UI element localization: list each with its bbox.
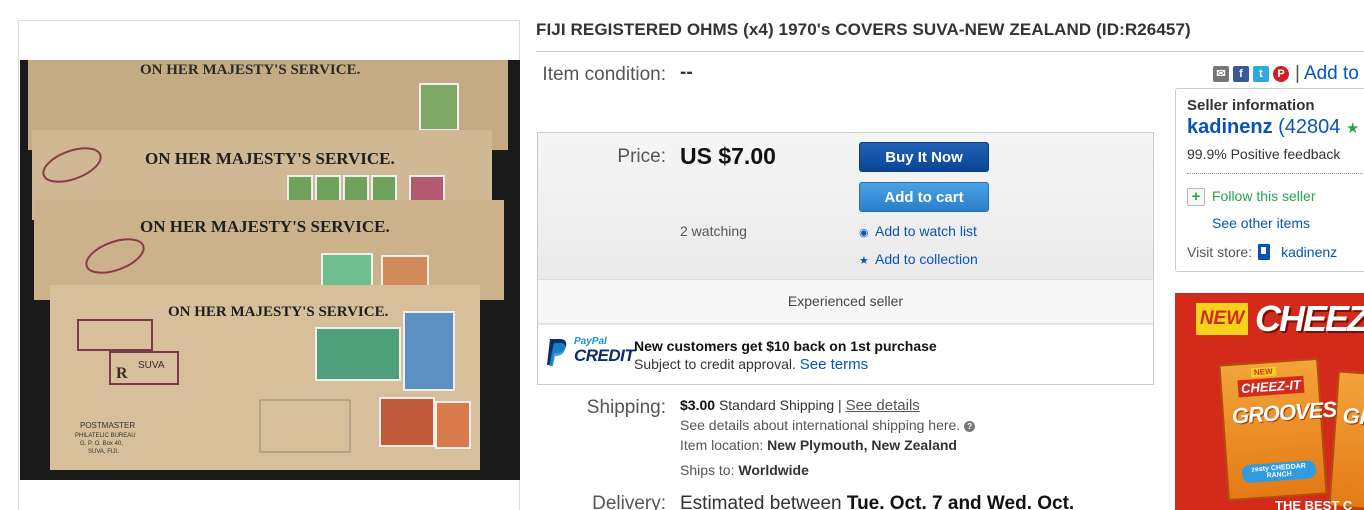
add-to-link[interactable]: Add to bbox=[1304, 63, 1359, 85]
email-share-icon[interactable]: ✉ bbox=[1213, 66, 1229, 82]
store-name-link[interactable]: kadinenz bbox=[1281, 244, 1337, 260]
credit-approval-text: Subject to credit approval. bbox=[634, 356, 796, 372]
buy-it-now-button[interactable]: Buy It Now bbox=[859, 142, 989, 172]
ad-product-box-1: NEW CHEEZ-IT GROOVES zesty CHEDDAR RANCH bbox=[1218, 357, 1337, 502]
cheez-it-ad[interactable]: NEW CHEEZ-IT GR NEW CHEEZ-IT GROOVES zes… bbox=[1175, 293, 1364, 510]
ad-tagline: THE BEST C bbox=[1275, 498, 1353, 510]
seller-name-link[interactable]: kadinenz bbox=[1187, 116, 1273, 138]
seller-name-row: kadinenz (42804 ★ bbox=[1187, 116, 1359, 139]
experienced-seller-badge: Experienced seller bbox=[538, 279, 1153, 324]
registered-r: R bbox=[116, 365, 128, 382]
paypal-credit-logo: PayPal CREDIT bbox=[546, 335, 635, 369]
envelope-1-heading: ON HER MAJESTY'S SERVICE. bbox=[140, 62, 361, 78]
item-image-panel: ON HER MAJESTY'S SERVICE. ON HER MAJESTY… bbox=[18, 20, 520, 510]
ad-box-product: GROOVES bbox=[1231, 396, 1337, 429]
ad-new-badge: NEW bbox=[1196, 303, 1248, 335]
seller-feedback-score[interactable]: (42804 bbox=[1278, 116, 1340, 138]
shipping-service: Standard Shipping | bbox=[718, 397, 842, 413]
shipping-summary: $3.00 Standard Shipping | See details bbox=[680, 397, 920, 414]
add-to-watch-list-label: Add to watch list bbox=[875, 223, 977, 239]
paypal-p-icon bbox=[547, 339, 567, 366]
share-separator: | bbox=[1295, 63, 1300, 84]
visit-store-row: Visit store: kadinenz bbox=[1187, 244, 1337, 260]
add-to-cart-button[interactable]: Add to cart bbox=[859, 182, 989, 212]
listing-title: FIJI REGISTERED OHMS (x4) 1970's COVERS … bbox=[536, 20, 1191, 39]
ships-to-value: Worldwide bbox=[738, 462, 809, 478]
positive-feedback: 99.9% Positive feedback bbox=[1187, 146, 1341, 162]
feedback-star-icon: ★ bbox=[1345, 120, 1360, 137]
postmaster-line-4: SUVA, FIJI. bbox=[88, 449, 119, 455]
envelope-3-heading: ON HER MAJESTY'S SERVICE. bbox=[140, 217, 390, 236]
postmaster-line-3: G. P. O. Box 40, bbox=[80, 441, 123, 447]
star-icon: ★ bbox=[859, 255, 869, 267]
international-shipping-text[interactable]: See details about international shipping… bbox=[680, 417, 960, 433]
shipping-details-link[interactable]: See details bbox=[846, 397, 920, 414]
seller-info-heading: Seller information bbox=[1187, 97, 1315, 114]
credit-logo-text: CREDIT bbox=[574, 346, 635, 365]
delivery-label: Delivery: bbox=[592, 493, 666, 510]
ad-brand-logo: CHEEZ-IT bbox=[1255, 298, 1364, 339]
envelope-2-heading: ON HER MAJESTY'S SERVICE. bbox=[145, 149, 395, 168]
price-value: US $7.00 bbox=[680, 143, 776, 169]
shipping-label: Shipping: bbox=[586, 397, 666, 418]
stamp-1 bbox=[419, 83, 459, 131]
ad-box-brand: CHEEZ-IT bbox=[1237, 375, 1305, 398]
stamp-4b bbox=[403, 311, 455, 391]
stamp-4c bbox=[379, 397, 435, 447]
shipping-cost: $3.00 bbox=[680, 397, 716, 413]
ad-box-new: NEW bbox=[1250, 366, 1276, 378]
follow-seller-link[interactable]: + Follow this seller bbox=[1187, 188, 1316, 207]
postmaster-line-2: PHILATELIC BUREAU bbox=[75, 433, 136, 439]
credit-subtext: Subject to credit approval. See terms bbox=[634, 356, 868, 373]
ad-product-box-2: GR bbox=[1328, 370, 1364, 510]
seller-divider bbox=[1187, 173, 1364, 174]
share-row: ✉ f t P | Add to bbox=[1213, 63, 1359, 85]
pinterest-share-icon[interactable]: P bbox=[1273, 66, 1289, 82]
international-shipping-note: See details about international shipping… bbox=[680, 417, 976, 433]
follow-seller-label: Follow this seller bbox=[1212, 188, 1316, 204]
title-divider bbox=[536, 51, 1364, 52]
facebook-share-icon[interactable]: f bbox=[1233, 66, 1249, 82]
add-to-collection-link[interactable]: ★ Add to collection bbox=[859, 251, 978, 267]
add-to-watch-list-link[interactable]: ◉ Add to watch list bbox=[859, 223, 977, 239]
ships-to: Ships to: Worldwide bbox=[680, 462, 809, 478]
eye-icon: ◉ bbox=[859, 227, 869, 239]
item-location-value: New Plymouth, New Zealand bbox=[767, 437, 957, 453]
item-photo[interactable]: ON HER MAJESTY'S SERVICE. ON HER MAJESTY… bbox=[20, 60, 520, 480]
item-location: Item location: New Plymouth, New Zealand bbox=[680, 437, 957, 453]
stamp-4a bbox=[315, 327, 401, 381]
delivery-range: Tue. Oct. 7 and Wed. Oct. bbox=[846, 493, 1075, 510]
store-icon bbox=[1258, 244, 1271, 260]
price-label: Price: bbox=[617, 146, 666, 167]
ad-box-flavor: zesty CHEDDAR RANCH bbox=[1241, 460, 1317, 484]
visit-store-label: Visit store: bbox=[1187, 244, 1253, 260]
ad-box2-product: GR bbox=[1341, 402, 1364, 431]
see-other-items-link[interactable]: See other items bbox=[1212, 215, 1310, 231]
plus-icon: + bbox=[1187, 188, 1205, 207]
item-condition-label: Item condition: bbox=[542, 64, 666, 85]
watching-count: 2 watching bbox=[680, 223, 747, 239]
postmaster-line-1: POSTMASTER bbox=[80, 421, 135, 430]
registered-label-text: SUVA bbox=[138, 360, 165, 371]
delivery-estimate: Estimated between Tue. Oct. 7 and Wed. O… bbox=[680, 493, 1074, 510]
help-icon[interactable]: ? bbox=[964, 421, 976, 432]
seller-info-panel: Seller information kadinenz (42804 ★ 99.… bbox=[1175, 88, 1364, 272]
stamp-4d bbox=[435, 401, 471, 449]
paypal-credit-banner: PayPal CREDIT New customers get $10 back… bbox=[538, 325, 1153, 384]
item-condition-value: -- bbox=[680, 62, 693, 83]
covers-photo-illustration: ON HER MAJESTY'S SERVICE. ON HER MAJESTY… bbox=[20, 60, 520, 480]
item-location-label: Item location: bbox=[680, 437, 764, 453]
twitter-share-icon[interactable]: t bbox=[1253, 66, 1269, 82]
see-terms-link[interactable]: See terms bbox=[800, 356, 868, 373]
delivery-prefix: Estimated between bbox=[680, 493, 842, 510]
ships-to-label: Ships to: bbox=[680, 462, 735, 478]
credit-headline: New customers get $10 back on 1st purcha… bbox=[634, 338, 937, 354]
envelope-4-heading: ON HER MAJESTY'S SERVICE. bbox=[168, 304, 389, 320]
add-to-collection-label: Add to collection bbox=[875, 251, 978, 267]
